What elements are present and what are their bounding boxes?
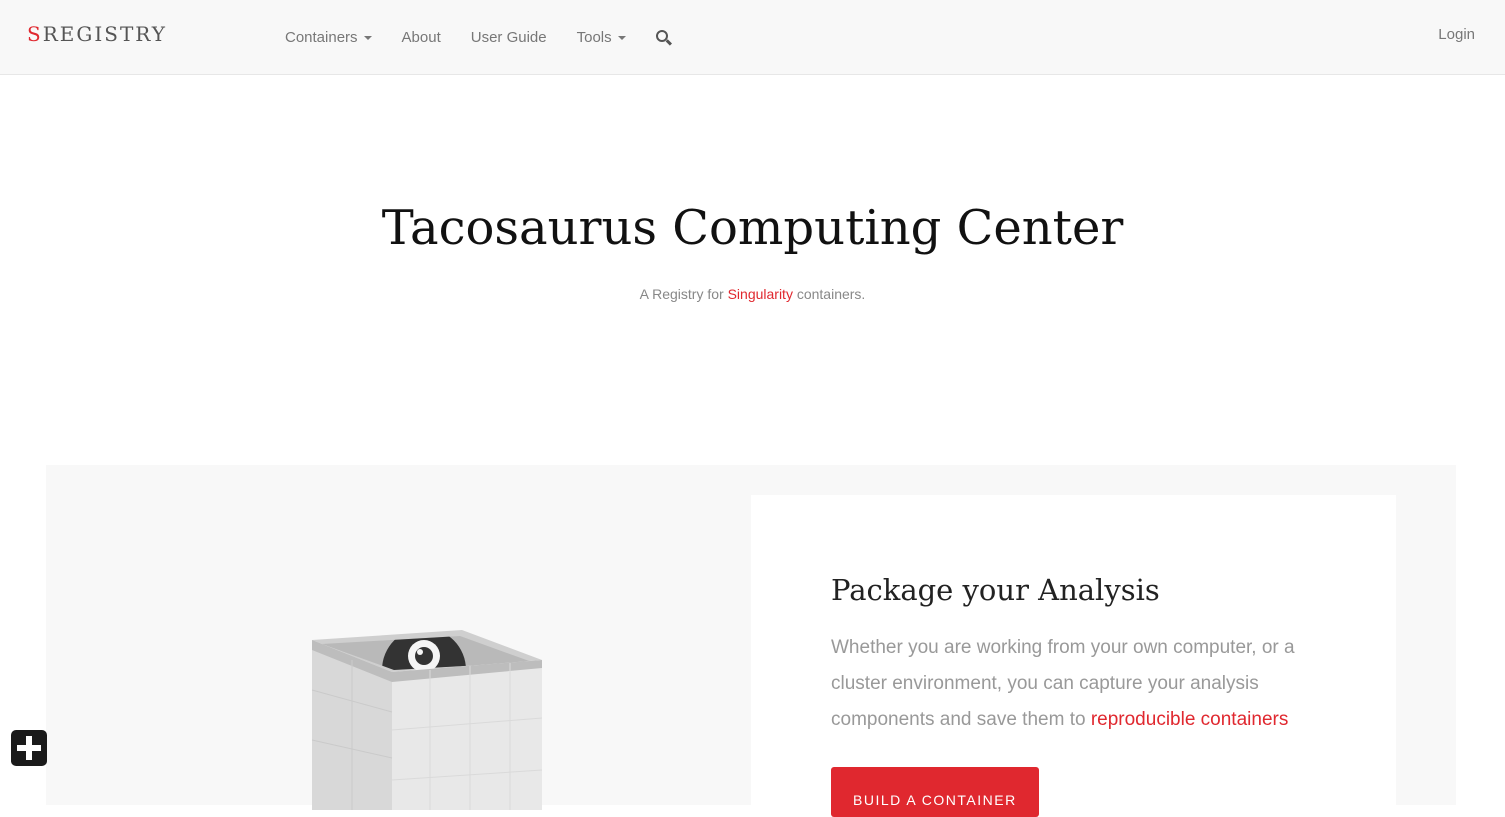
caret-down-icon xyxy=(363,35,372,40)
brand-logo[interactable]: SREGISTRY xyxy=(27,22,167,46)
hero-subtitle: A Registry for Singularity containers. xyxy=(0,286,1505,302)
hero-subtitle-prefix: A Registry for xyxy=(639,286,728,302)
nav-user-guide[interactable]: User Guide xyxy=(471,29,547,46)
page-title: Tacosaurus Computing Center xyxy=(381,200,1124,256)
nav-containers-label: Containers xyxy=(285,29,358,46)
brand-text: REGISTRY xyxy=(42,22,167,46)
nav-links: Containers About User Guide Tools xyxy=(285,0,702,75)
search-icon[interactable] xyxy=(655,29,672,46)
nav-search[interactable] xyxy=(655,29,672,46)
feature-title: Package your Analysis xyxy=(831,573,1160,607)
reproducible-containers-link[interactable]: reproducible containers xyxy=(1091,709,1289,730)
feature-section: Package your Analysis Whether you are wo… xyxy=(46,465,1456,817)
nav-tools[interactable]: Tools xyxy=(577,29,626,46)
nav-about[interactable]: About xyxy=(402,29,441,46)
feature-text: Whether you are working from your own co… xyxy=(831,630,1331,738)
caret-down-icon xyxy=(617,35,626,40)
feature-card: Package your Analysis Whether you are wo… xyxy=(751,495,1396,817)
brand-s: S xyxy=(27,22,43,46)
plus-icon[interactable] xyxy=(11,730,47,766)
login-link[interactable]: Login xyxy=(1438,26,1475,43)
nav-containers[interactable]: Containers xyxy=(285,29,372,46)
build-container-button[interactable]: Build a Container xyxy=(831,767,1039,817)
singularity-link[interactable]: Singularity xyxy=(728,286,793,302)
nav-tools-label: Tools xyxy=(576,29,612,46)
container-box-illustration xyxy=(311,630,543,810)
nav-user-guide-label: User Guide xyxy=(470,29,547,46)
navbar: SREGISTRY Containers About User Guide To… xyxy=(0,0,1505,75)
nav-about-label: About xyxy=(401,29,441,46)
hero-subtitle-suffix: containers. xyxy=(792,286,866,302)
